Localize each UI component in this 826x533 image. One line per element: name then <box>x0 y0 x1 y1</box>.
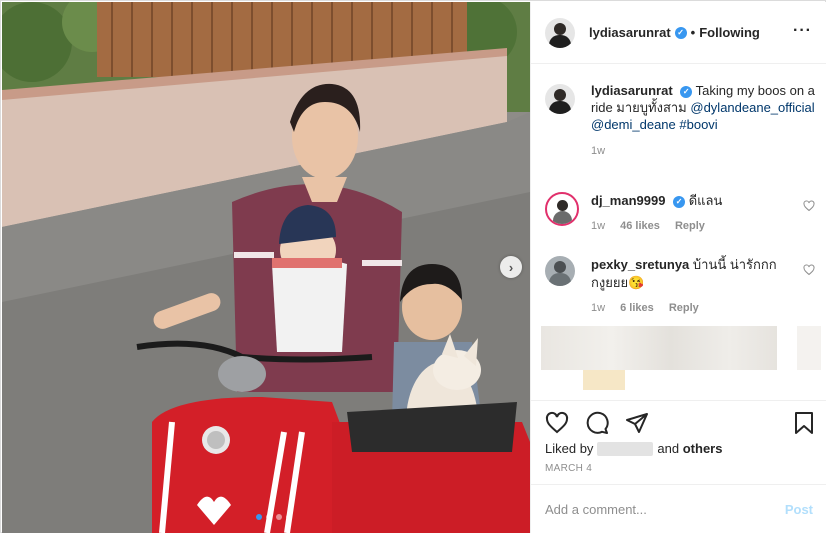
comment-username[interactable]: dj_man9999 <box>591 193 665 208</box>
comment-username[interactable]: pexky_sretunya <box>591 257 689 272</box>
save-bookmark-button[interactable] <box>793 411 815 435</box>
next-photo-button[interactable]: › <box>500 256 522 278</box>
carousel-dot <box>286 514 292 520</box>
comment-icon[interactable] <box>585 411 609 435</box>
liked-by-others[interactable]: others <box>683 441 723 456</box>
action-icons <box>545 411 649 435</box>
post-photo[interactable]: › <box>2 2 530 533</box>
post-comment-button[interactable]: Post <box>785 502 813 517</box>
like-comment-heart-icon[interactable] <box>803 264 815 276</box>
caption-username[interactable]: lydiasarunrat <box>591 83 673 98</box>
comment-likes[interactable]: 46 likes <box>620 220 660 232</box>
carousel-indicator <box>256 514 292 520</box>
comment-timestamp[interactable]: 1w <box>591 302 605 314</box>
avatar[interactable] <box>545 256 575 286</box>
chevron-right-icon: › <box>508 259 514 275</box>
carousel-dot <box>266 514 272 520</box>
comment-item: pexky_sretunya บ้านนี้ น่ารักกกกงูยยย😘 1… <box>545 256 815 314</box>
like-comment-heart-icon[interactable] <box>803 200 815 212</box>
comment-timestamp[interactable]: 1w <box>591 220 605 232</box>
more-options-icon[interactable]: ··· <box>793 23 812 39</box>
bookmark-icon <box>795 412 813 434</box>
avatar[interactable] <box>545 84 575 114</box>
photo-illustration <box>2 2 530 533</box>
separator-dot: • <box>690 25 696 40</box>
comment-input[interactable] <box>545 501 785 517</box>
like-heart-icon[interactable] <box>545 411 569 435</box>
verified-badge-icon: ✓ <box>674 26 687 39</box>
verified-badge-icon: ✓ <box>680 85 693 98</box>
post-header: lydiasarunrat ✓ • Following ··· <box>531 2 826 64</box>
carousel-dot <box>276 514 282 520</box>
reply-button[interactable]: Reply <box>675 220 705 232</box>
share-icon[interactable] <box>625 411 649 435</box>
comment-meta: 1w 6 likes Reply <box>591 302 813 314</box>
avatar[interactable] <box>545 192 579 226</box>
mention-link[interactable]: @demi_deane <box>591 117 676 132</box>
post-caption: lydiasarunrat ✓ Taking my boos on a ride… <box>545 82 815 160</box>
comment-item: dj_man9999 ✓ ดีแลน 1w 46 likes Reply <box>545 192 815 232</box>
comment-text: ดีแลน <box>688 193 723 208</box>
blurred-liker-name <box>597 441 654 456</box>
following-button[interactable]: Following <box>699 25 760 40</box>
add-comment-bar: Post <box>531 484 826 533</box>
post-date[interactable]: MARCH 4 <box>545 463 592 474</box>
post-author-username[interactable]: lydiasarunrat <box>589 25 671 40</box>
avatar[interactable] <box>545 17 575 48</box>
hashtag-link[interactable]: #boovi <box>679 117 717 132</box>
caption-timestamp[interactable]: 1w <box>591 143 815 160</box>
verified-badge-icon: ✓ <box>673 195 686 208</box>
mention-link[interactable]: @dylandeane_official <box>690 100 814 115</box>
post-side-panel: lydiasarunrat ✓ • Following ··· lydiasar… <box>530 2 826 533</box>
liked-by-summary[interactable]: Liked by and others <box>545 441 722 456</box>
post-modal: › lydiasarunrat ✓ • Following ··· lydias… <box>0 0 826 533</box>
comment-likes[interactable]: 6 likes <box>620 302 654 314</box>
comment-meta: 1w 46 likes Reply <box>591 220 813 232</box>
liked-by-prefix: Liked by <box>545 441 594 456</box>
reply-button[interactable]: Reply <box>669 302 699 314</box>
carousel-dot <box>256 514 262 520</box>
liked-and: and <box>657 441 683 456</box>
